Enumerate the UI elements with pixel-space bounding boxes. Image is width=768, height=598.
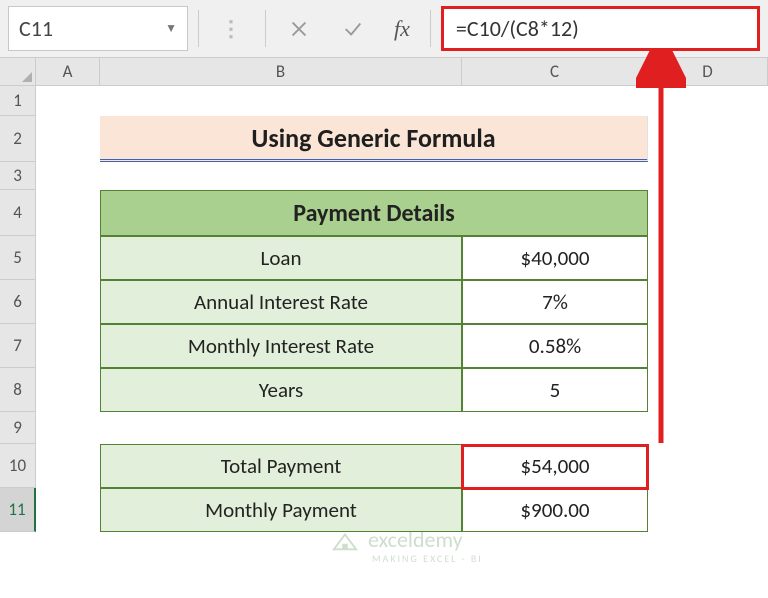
row-header-1[interactable]: 1 xyxy=(0,86,36,116)
label-monthly-rate[interactable]: Monthly Interest Rate xyxy=(100,324,462,368)
menu-dots-icon[interactable]: ⋮ xyxy=(209,6,255,51)
row-header-4[interactable]: 4 xyxy=(0,190,36,236)
value-loan[interactable]: $40,000 xyxy=(462,236,648,280)
cell-B1[interactable] xyxy=(100,86,462,116)
cell-A6[interactable] xyxy=(36,280,100,324)
divider xyxy=(265,10,266,47)
cell-D3[interactable] xyxy=(648,162,768,190)
divider xyxy=(430,10,431,47)
cell-C9[interactable] xyxy=(462,412,648,444)
label-annual-rate[interactable]: Annual Interest Rate xyxy=(100,280,462,324)
name-box-value: C11 xyxy=(19,15,53,42)
col-header-A[interactable]: A xyxy=(36,58,100,85)
row-header-6[interactable]: 6 xyxy=(0,280,36,324)
cell-D7[interactable] xyxy=(648,324,768,368)
cell-A9[interactable] xyxy=(36,412,100,444)
title-cell[interactable]: Using Generic Formula xyxy=(100,116,648,162)
formula-input[interactable]: =C10/(C8*12) xyxy=(441,6,760,51)
row-header-9[interactable]: 9 xyxy=(0,412,36,444)
value-total-payment[interactable]: $54,000 xyxy=(462,444,648,488)
cancel-icon[interactable] xyxy=(276,6,322,51)
confirm-icon[interactable] xyxy=(330,6,376,51)
cell-D9[interactable] xyxy=(648,412,768,444)
cell-A10[interactable] xyxy=(36,444,100,488)
label-years[interactable]: Years xyxy=(100,368,462,412)
cell-D6[interactable] xyxy=(648,280,768,324)
cell-B9[interactable] xyxy=(100,412,462,444)
column-headers: A B C D xyxy=(0,58,768,86)
cell-D4[interactable] xyxy=(648,190,768,236)
col-header-B[interactable]: B xyxy=(100,58,462,85)
cell-D10[interactable] xyxy=(648,444,768,488)
chevron-down-icon[interactable]: ▼ xyxy=(165,21,177,36)
cell-D1[interactable] xyxy=(648,86,768,116)
cell-area: Using Generic Formula Payment Details Lo… xyxy=(36,86,768,532)
cell-A1[interactable] xyxy=(36,86,100,116)
table-header-cell[interactable]: Payment Details xyxy=(100,190,648,236)
col-header-D[interactable]: D xyxy=(648,58,768,85)
cell-A5[interactable] xyxy=(36,236,100,280)
cell-A11[interactable] xyxy=(36,488,100,532)
fx-icon[interactable]: fx xyxy=(384,6,420,51)
cell-A8[interactable] xyxy=(36,368,100,412)
row-headers: 1 2 3 4 5 6 7 8 9 10 11 xyxy=(0,86,36,532)
row-header-2[interactable]: 2 xyxy=(0,116,36,162)
cell-B3[interactable] xyxy=(100,162,462,190)
value-monthly-rate[interactable]: 0.58% xyxy=(462,324,648,368)
row-header-8[interactable]: 8 xyxy=(0,368,36,412)
cell-C1[interactable] xyxy=(462,86,648,116)
col-header-C[interactable]: C xyxy=(462,58,648,85)
divider xyxy=(198,10,199,47)
cell-D5[interactable] xyxy=(648,236,768,280)
label-total-payment[interactable]: Total Payment xyxy=(100,444,462,488)
row-header-11[interactable]: 11 xyxy=(0,488,36,532)
value-monthly-payment[interactable]: $900.00 xyxy=(462,488,648,532)
row-header-10[interactable]: 10 xyxy=(0,444,36,488)
row-header-7[interactable]: 7 xyxy=(0,324,36,368)
cell-D8[interactable] xyxy=(648,368,768,412)
cell-A2[interactable] xyxy=(36,116,100,162)
name-box[interactable]: C11 ▼ xyxy=(8,6,188,51)
value-years[interactable]: 5 xyxy=(462,368,648,412)
row-header-3[interactable]: 3 xyxy=(0,162,36,190)
cell-A7[interactable] xyxy=(36,324,100,368)
label-loan[interactable]: Loan xyxy=(100,236,462,280)
watermark-subtext: MAKING EXCEL - BI xyxy=(372,552,483,565)
cell-C3[interactable] xyxy=(462,162,648,190)
formula-text: =C10/(C8*12) xyxy=(456,15,579,42)
cell-A3[interactable] xyxy=(36,162,100,190)
label-monthly-payment[interactable]: Monthly Payment xyxy=(100,488,462,532)
cell-D11[interactable] xyxy=(648,488,768,532)
value-annual-rate[interactable]: 7% xyxy=(462,280,648,324)
row-header-5[interactable]: 5 xyxy=(0,236,36,280)
formula-bar: C11 ▼ ⋮ fx =C10/(C8*12) xyxy=(0,0,768,58)
select-all-triangle[interactable] xyxy=(0,58,36,85)
cell-A4[interactable] xyxy=(36,190,100,236)
spreadsheet-grid: 1 2 3 4 5 6 7 8 9 10 11 Using Generic Fo… xyxy=(0,86,768,532)
cell-D2[interactable] xyxy=(648,116,768,162)
